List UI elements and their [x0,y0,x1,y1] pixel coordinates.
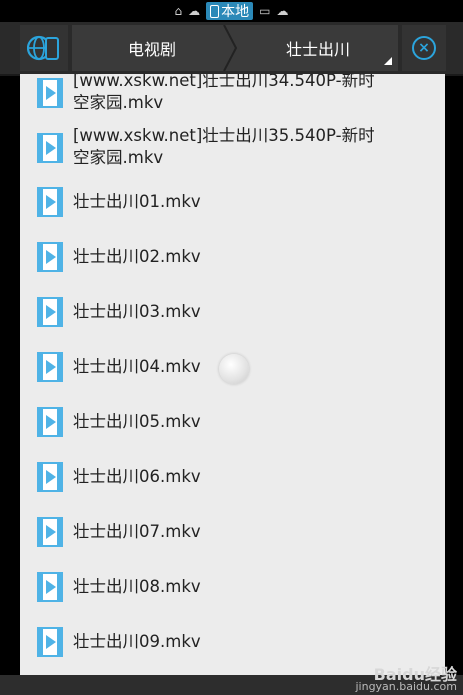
list-item[interactable]: [www.xskw.net]壮士出川35.540P-新时 空家园.mkv [20,119,445,173]
list-item[interactable]: 壮士出川09.mkv [20,615,445,669]
breadcrumb: 电视剧 壮士出川 [72,25,398,71]
video-file-icon [37,627,63,657]
breadcrumb-separator-icon [223,25,238,71]
breadcrumb-current-label: 壮士出川 [285,40,350,59]
watermark-url: jingyan.baidu.com [355,680,457,693]
list-item[interactable]: 壮士出川08.mkv [20,560,445,614]
file-name: 壮士出川01.mkv [73,192,201,211]
video-file-icon [37,78,63,108]
file-name: 壮士出川09.mkv [73,632,201,651]
phone-icon [210,4,220,18]
local-label: 本地 [221,4,250,20]
file-name: 壮士出川07.mkv [73,522,201,541]
file-name: 壮士出川06.mkv [73,467,201,486]
video-file-icon [37,133,63,163]
video-file-icon [37,407,63,437]
breadcrumb-item-tv[interactable]: 电视剧 [72,25,232,71]
close-button[interactable]: × [402,25,446,71]
file-name: [www.xskw.net]壮士出川35.540P-新时 空家园.mkv [73,126,375,167]
list-item[interactable]: 壮士出川06.mkv [20,450,445,504]
file-list[interactable]: [www.xskw.net]壮士出川34.540P-新时 空家园.mkv [www… [20,74,445,675]
bottom-toolbar: Baidu经验 jingyan.baidu.com [0,667,463,695]
video-file-icon [37,187,63,217]
cloud-storage-icon: ☁ [276,4,289,18]
list-item[interactable]: [www.xskw.net]壮士出川34.540P-新时 空家园.mkv [20,74,445,118]
loading-spinner [219,354,249,384]
breadcrumb-item-current[interactable]: 壮士出川 [238,25,398,71]
local-storage-tab[interactable]: 本地 [206,2,254,20]
video-file-icon [37,517,63,547]
file-name: 壮士出川05.mkv [73,412,201,431]
home-icon: ⌂ [174,4,183,18]
file-name: [www.xskw.net]壮士出川34.540P-新时 空家园.mkv [73,74,375,112]
globe-phone-icon [27,35,59,61]
status-bar: ⌂ ☁ 本地 ▭ ☁ [0,0,463,22]
file-name: 壮士出川04.mkv [73,357,201,376]
file-name: 壮士出川08.mkv [73,577,201,596]
video-file-icon [37,352,63,382]
close-icon: × [412,36,436,60]
video-file-icon [37,297,63,327]
list-item[interactable]: 壮士出川05.mkv [20,395,445,449]
computer-icon: ▭ [259,4,271,18]
watermark: Baidu经验 jingyan.baidu.com [355,667,457,693]
file-name: 壮士出川02.mkv [73,247,201,266]
video-file-icon [37,462,63,492]
video-file-icon [37,242,63,272]
file-name: 壮士出川03.mkv [73,302,201,321]
list-item[interactable]: 壮士出川02.mkv [20,230,445,284]
navigation-bar: 电视剧 壮士出川 × [0,22,463,76]
list-item[interactable]: 壮士出川03.mkv [20,285,445,339]
video-file-icon [37,572,63,602]
dropdown-corner-icon [384,57,392,65]
cloud-icon: ☁ [188,4,201,18]
network-phone-button[interactable] [20,25,68,71]
list-item[interactable]: 壮士出川07.mkv [20,505,445,559]
list-item[interactable]: 壮士出川01.mkv [20,175,445,229]
